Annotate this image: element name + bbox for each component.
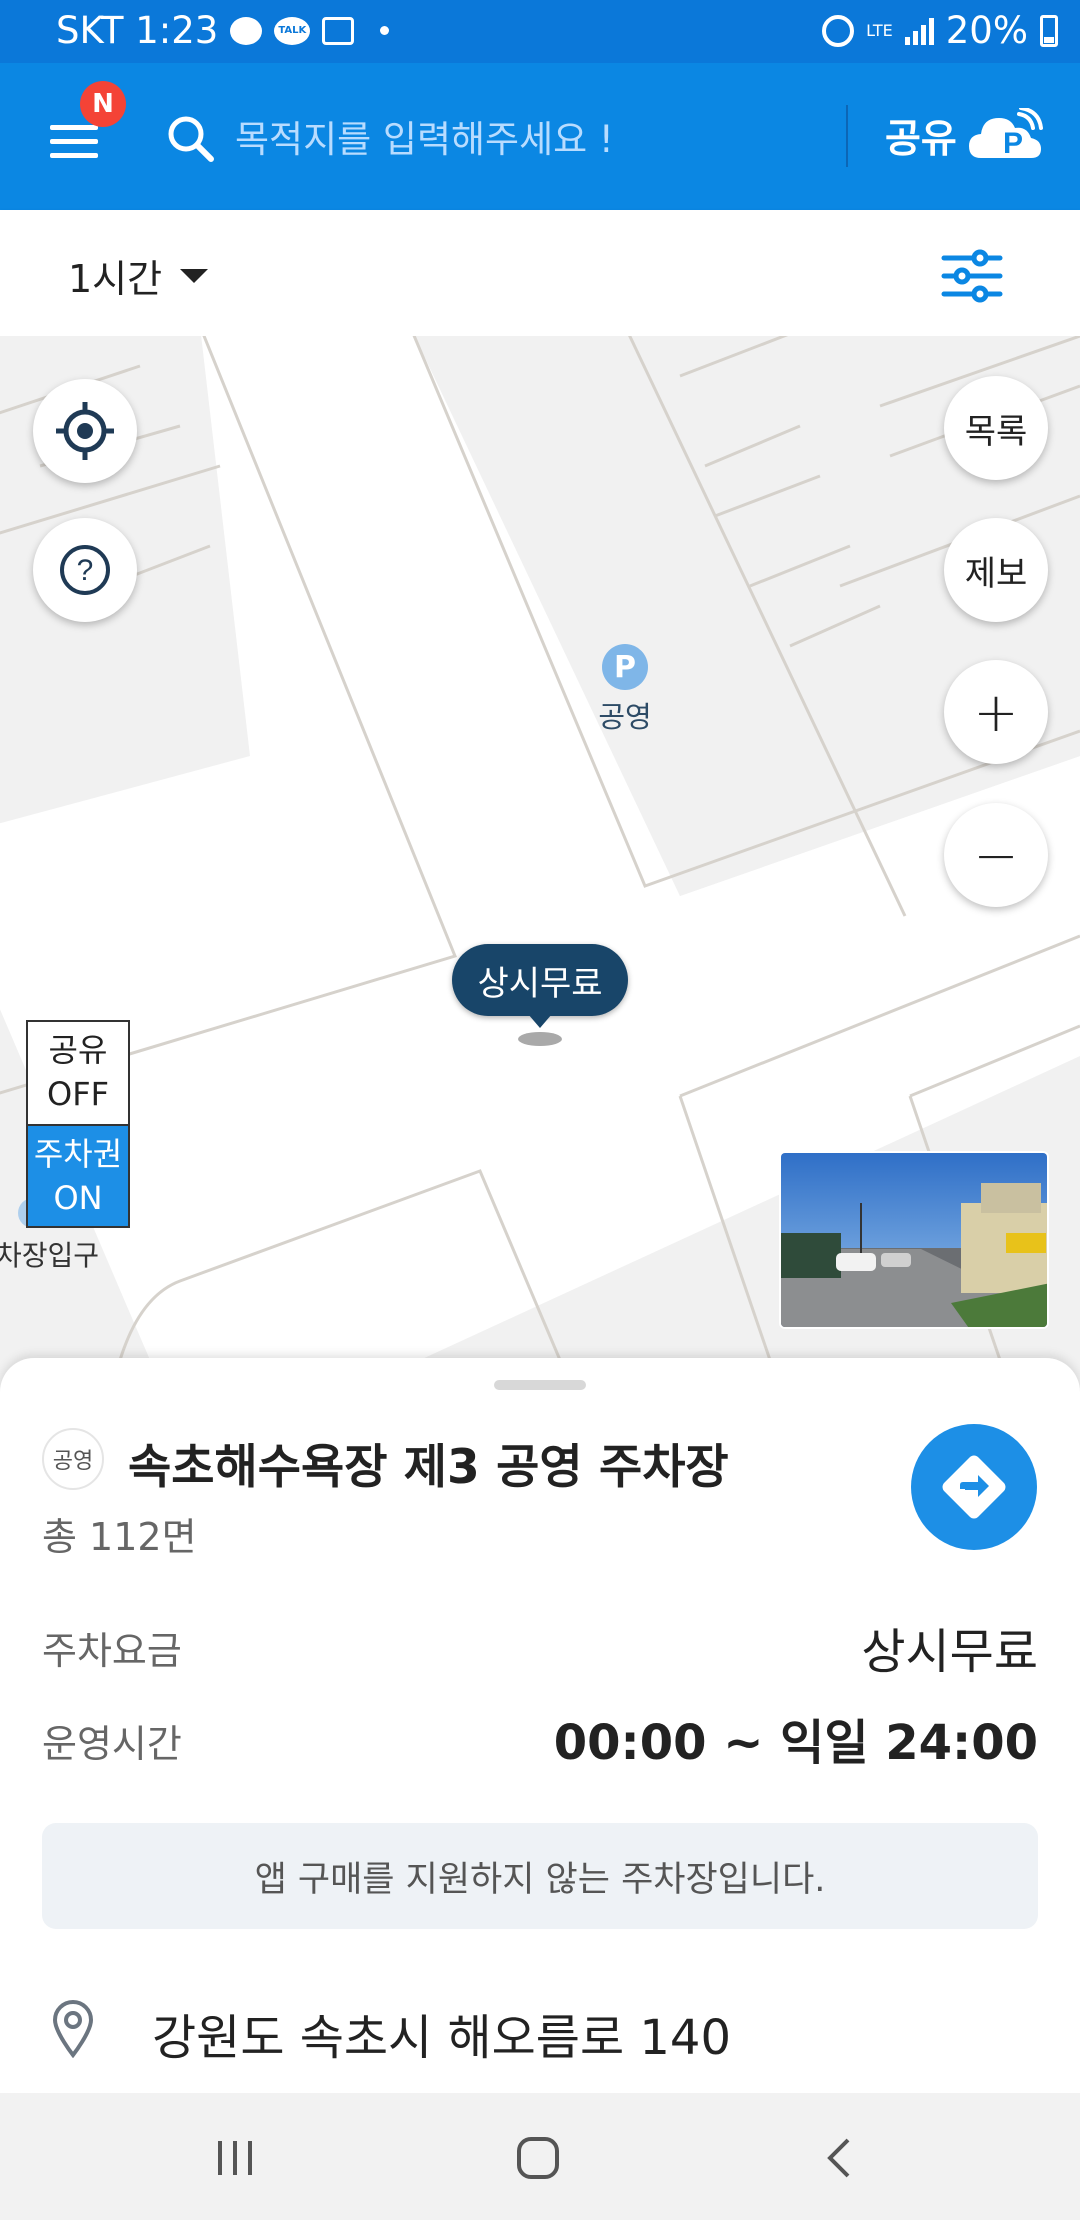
- selected-lot-callout[interactable]: 상시무료: [452, 944, 628, 1028]
- home-button[interactable]: [503, 2123, 573, 2193]
- parking-poi[interactable]: P 공영: [590, 644, 660, 736]
- share-toggle-state: OFF: [47, 1075, 109, 1113]
- lte-icon: LTE: [866, 20, 893, 40]
- alarm-icon: [822, 14, 855, 47]
- entrance-label: 차장입구: [0, 1239, 100, 1272]
- location-pin-icon: [52, 2000, 94, 2058]
- back-icon: [827, 2138, 850, 2178]
- ticket-toggle[interactable]: 주차권 ON: [26, 1126, 130, 1228]
- pin-shadow: [518, 1032, 562, 1046]
- header-divider: [846, 105, 848, 167]
- parking-marker-icon: P: [602, 644, 648, 690]
- zoom-in-button[interactable]: +: [944, 660, 1048, 764]
- filter-settings-icon[interactable]: [940, 248, 1004, 304]
- ticket-toggle-title: 주차권: [33, 1135, 123, 1173]
- my-location-button[interactable]: [33, 379, 137, 483]
- carrier-time: SKT 1:23: [56, 9, 219, 52]
- filter-bar: 1시간: [0, 210, 1080, 336]
- share-toggle[interactable]: 공유 OFF: [26, 1020, 130, 1126]
- fee-value: 상시무료: [861, 1624, 1038, 1680]
- kakaotalk-icon: TALK: [274, 16, 311, 45]
- cloud-parking-icon: P: [968, 108, 1043, 160]
- hours-label: 운영시간: [42, 1722, 182, 1766]
- help-icon: ?: [60, 545, 110, 595]
- share-label: 공유: [885, 117, 957, 162]
- status-bar: SKT 1:23 TALK LTE 20%: [0, 0, 1080, 63]
- zoom-out-button[interactable]: −: [944, 803, 1048, 907]
- fee-label: 주차요금: [42, 1629, 182, 1673]
- back-button[interactable]: [805, 2123, 875, 2193]
- battery-icon: [1040, 14, 1058, 47]
- recent-apps-icon: [218, 2141, 252, 2175]
- directions-icon: [942, 1455, 1006, 1519]
- parking-detail-sheet: 공영 속초해수욕장 제3 공영 주차장 총 112면 주차요금 상시무료 운영시…: [0, 1358, 1080, 2093]
- search-icon: [168, 116, 214, 162]
- new-badge: N: [80, 81, 126, 127]
- chat-icon: [230, 16, 263, 45]
- poi-label: 공영: [598, 700, 652, 734]
- home-icon: [517, 2137, 559, 2179]
- share-button[interactable]: 공유 P: [885, 101, 1043, 171]
- battery-percent: 20%: [945, 9, 1028, 52]
- purchase-notice: 앱 구매를 지원하지 않는 주차장입니다.: [42, 1823, 1038, 1929]
- svg-text:?: ?: [77, 554, 94, 587]
- street-view-thumbnail[interactable]: [779, 1151, 1049, 1329]
- status-left: SKT 1:23 TALK: [56, 9, 390, 52]
- lot-address: 강원도 속초시 해오름로 140: [152, 2010, 731, 2066]
- image-icon: [322, 16, 355, 45]
- help-button[interactable]: ?: [33, 518, 137, 622]
- app-header: N 목적지를 입력해주세요 ! 공유 P: [0, 63, 1080, 210]
- lot-capacity: 총 112면: [42, 1515, 197, 1559]
- hours-value: 00:00 ~ 익일 24:00: [553, 1715, 1038, 1771]
- report-button[interactable]: 제보: [944, 518, 1048, 622]
- signal-icon: [904, 17, 934, 45]
- map-view[interactable]: ? 목록 제보 + − P 공영 상시무료 차장입구 공유 OFF 주차권 ON: [0, 336, 1080, 1360]
- ticket-toggle-state: ON: [53, 1179, 103, 1217]
- more-notifications-icon: [380, 26, 390, 35]
- lot-name: 속초해수욕장 제3 공영 주차장: [128, 1440, 729, 1495]
- sheet-drag-handle[interactable]: [494, 1380, 586, 1390]
- share-toggle-title: 공유: [48, 1031, 108, 1069]
- caret-down-icon: [180, 268, 209, 283]
- time-dropdown[interactable]: 1시간: [68, 248, 209, 303]
- status-right: LTE 20%: [822, 9, 1058, 52]
- lot-type-badge: 공영: [42, 1428, 104, 1490]
- recent-apps-button[interactable]: [200, 2123, 270, 2193]
- crosshair-icon: [56, 402, 114, 460]
- navigate-button[interactable]: [911, 1424, 1037, 1550]
- time-value: 1시간: [68, 257, 163, 301]
- svg-text:P: P: [1003, 127, 1023, 160]
- system-navigation-bar: [0, 2093, 1080, 2220]
- list-button[interactable]: 목록: [944, 376, 1048, 480]
- search-input[interactable]: 목적지를 입력해주세요 !: [235, 101, 815, 171]
- street-photo: [781, 1153, 1047, 1327]
